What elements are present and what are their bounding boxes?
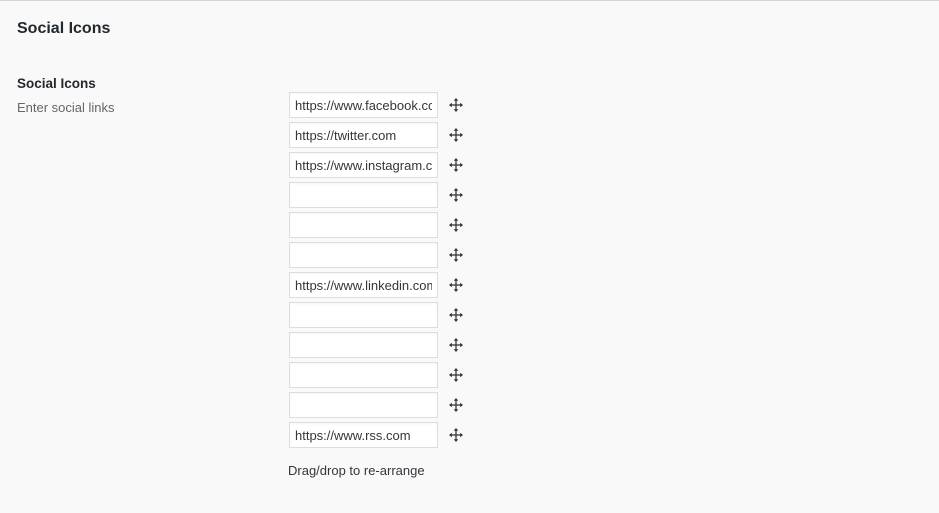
- social-links-list: [289, 90, 463, 450]
- move-arrows-icon[interactable]: [449, 308, 463, 322]
- move-arrows-icon[interactable]: [449, 218, 463, 232]
- social-link-row[interactable]: [289, 360, 463, 390]
- social-link-row[interactable]: [289, 120, 463, 150]
- social-link-input[interactable]: [289, 122, 438, 148]
- social-link-row[interactable]: [289, 330, 463, 360]
- social-link-input[interactable]: [289, 182, 438, 208]
- social-link-row[interactable]: [289, 390, 463, 420]
- social-link-input[interactable]: [289, 152, 438, 178]
- move-arrows-icon[interactable]: [449, 428, 463, 442]
- top-divider: [0, 0, 939, 1]
- move-arrows-icon[interactable]: [449, 248, 463, 262]
- social-link-input[interactable]: [289, 362, 438, 388]
- social-link-row[interactable]: [289, 150, 463, 180]
- social-link-row[interactable]: [289, 90, 463, 120]
- rearrange-hint: Drag/drop to re-arrange: [288, 463, 425, 478]
- move-arrows-icon[interactable]: [449, 188, 463, 202]
- move-arrows-icon[interactable]: [449, 398, 463, 412]
- social-link-input[interactable]: [289, 212, 438, 238]
- social-link-row[interactable]: [289, 300, 463, 330]
- move-arrows-icon[interactable]: [449, 368, 463, 382]
- social-link-input[interactable]: [289, 92, 438, 118]
- social-link-row[interactable]: [289, 210, 463, 240]
- social-link-input[interactable]: [289, 392, 438, 418]
- social-link-row[interactable]: [289, 180, 463, 210]
- section-title: Social Icons: [17, 20, 111, 37]
- move-arrows-icon[interactable]: [449, 278, 463, 292]
- social-link-input[interactable]: [289, 422, 438, 448]
- social-link-row[interactable]: [289, 420, 463, 450]
- field-title: Social Icons: [17, 76, 96, 91]
- social-link-row[interactable]: [289, 270, 463, 300]
- move-arrows-icon[interactable]: [449, 158, 463, 172]
- social-link-input[interactable]: [289, 332, 438, 358]
- field-description: Enter social links: [17, 100, 115, 115]
- social-link-input[interactable]: [289, 272, 438, 298]
- move-arrows-icon[interactable]: [449, 338, 463, 352]
- social-link-input[interactable]: [289, 242, 438, 268]
- social-link-input[interactable]: [289, 302, 438, 328]
- move-arrows-icon[interactable]: [449, 98, 463, 112]
- move-arrows-icon[interactable]: [449, 128, 463, 142]
- social-link-row[interactable]: [289, 240, 463, 270]
